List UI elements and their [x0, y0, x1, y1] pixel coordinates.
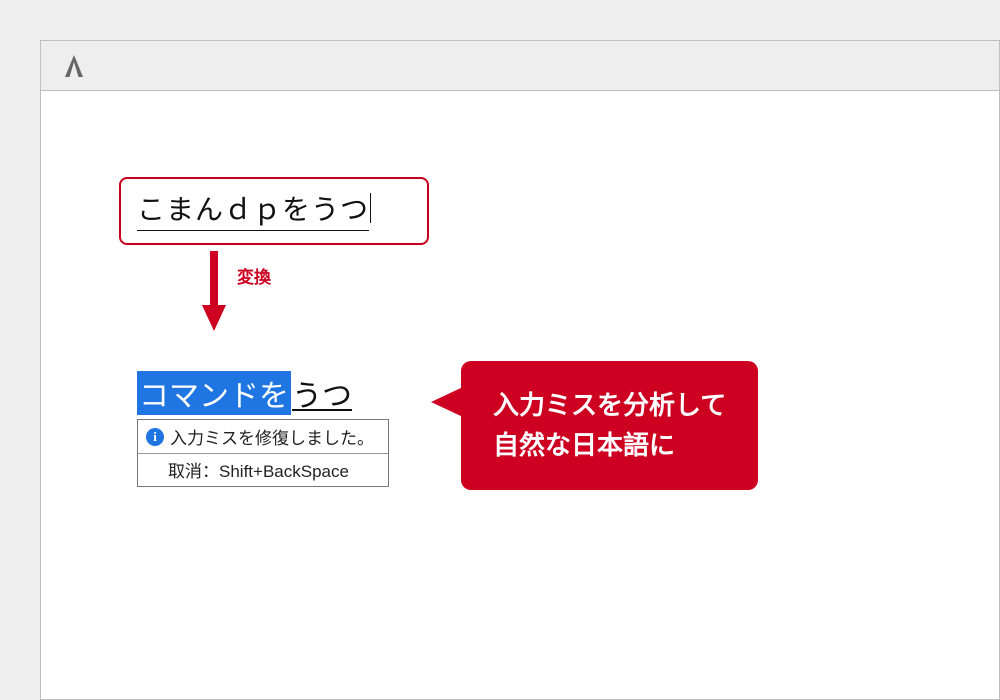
callout-line-1: 入力ミスを分析して	[493, 385, 726, 425]
tooltip-message: 入力ミスを修復しました。	[170, 424, 374, 449]
tooltip-undo-hint: 取消：Shift+BackSpace	[138, 454, 388, 486]
callout-line-2: 自然な日本語に	[493, 425, 726, 465]
conversion-arrow-group: 変換	[201, 251, 271, 333]
conversion-result-block: コマンドを うつ i 入力ミスを修復しました。 取消：Shift+BackSpa…	[137, 371, 389, 487]
candidate-line[interactable]: コマンドを うつ	[137, 371, 389, 415]
atok-logo-icon	[63, 53, 85, 79]
input-before-text[interactable]: こまんｄｐをうつ	[137, 191, 369, 231]
composition-text: こまんｄｐをうつ	[137, 194, 369, 225]
candidate-selected-segment: コマンドを	[137, 371, 291, 415]
input-before-box: こまんｄｐをうつ	[119, 177, 429, 245]
app-window: こまんｄｐをうつ 変換 コマンドを うつ i 入力ミスを修復しました。 取消：S…	[40, 40, 1000, 700]
info-icon: i	[146, 428, 164, 446]
tooltip-message-row: i 入力ミスを修復しました。	[138, 420, 388, 454]
title-bar	[41, 41, 999, 91]
arrow-label: 変換	[237, 263, 271, 288]
arrow-down-icon	[201, 251, 227, 333]
document-canvas: こまんｄｐをうつ 変換 コマンドを うつ i 入力ミスを修復しました。 取消：S…	[41, 91, 999, 699]
feature-callout: 入力ミスを分析して 自然な日本語に	[461, 361, 758, 490]
ime-repair-tooltip: i 入力ミスを修復しました。 取消：Shift+BackSpace	[137, 419, 389, 487]
text-caret	[370, 193, 371, 223]
candidate-remaining-segment: うつ	[291, 371, 352, 415]
